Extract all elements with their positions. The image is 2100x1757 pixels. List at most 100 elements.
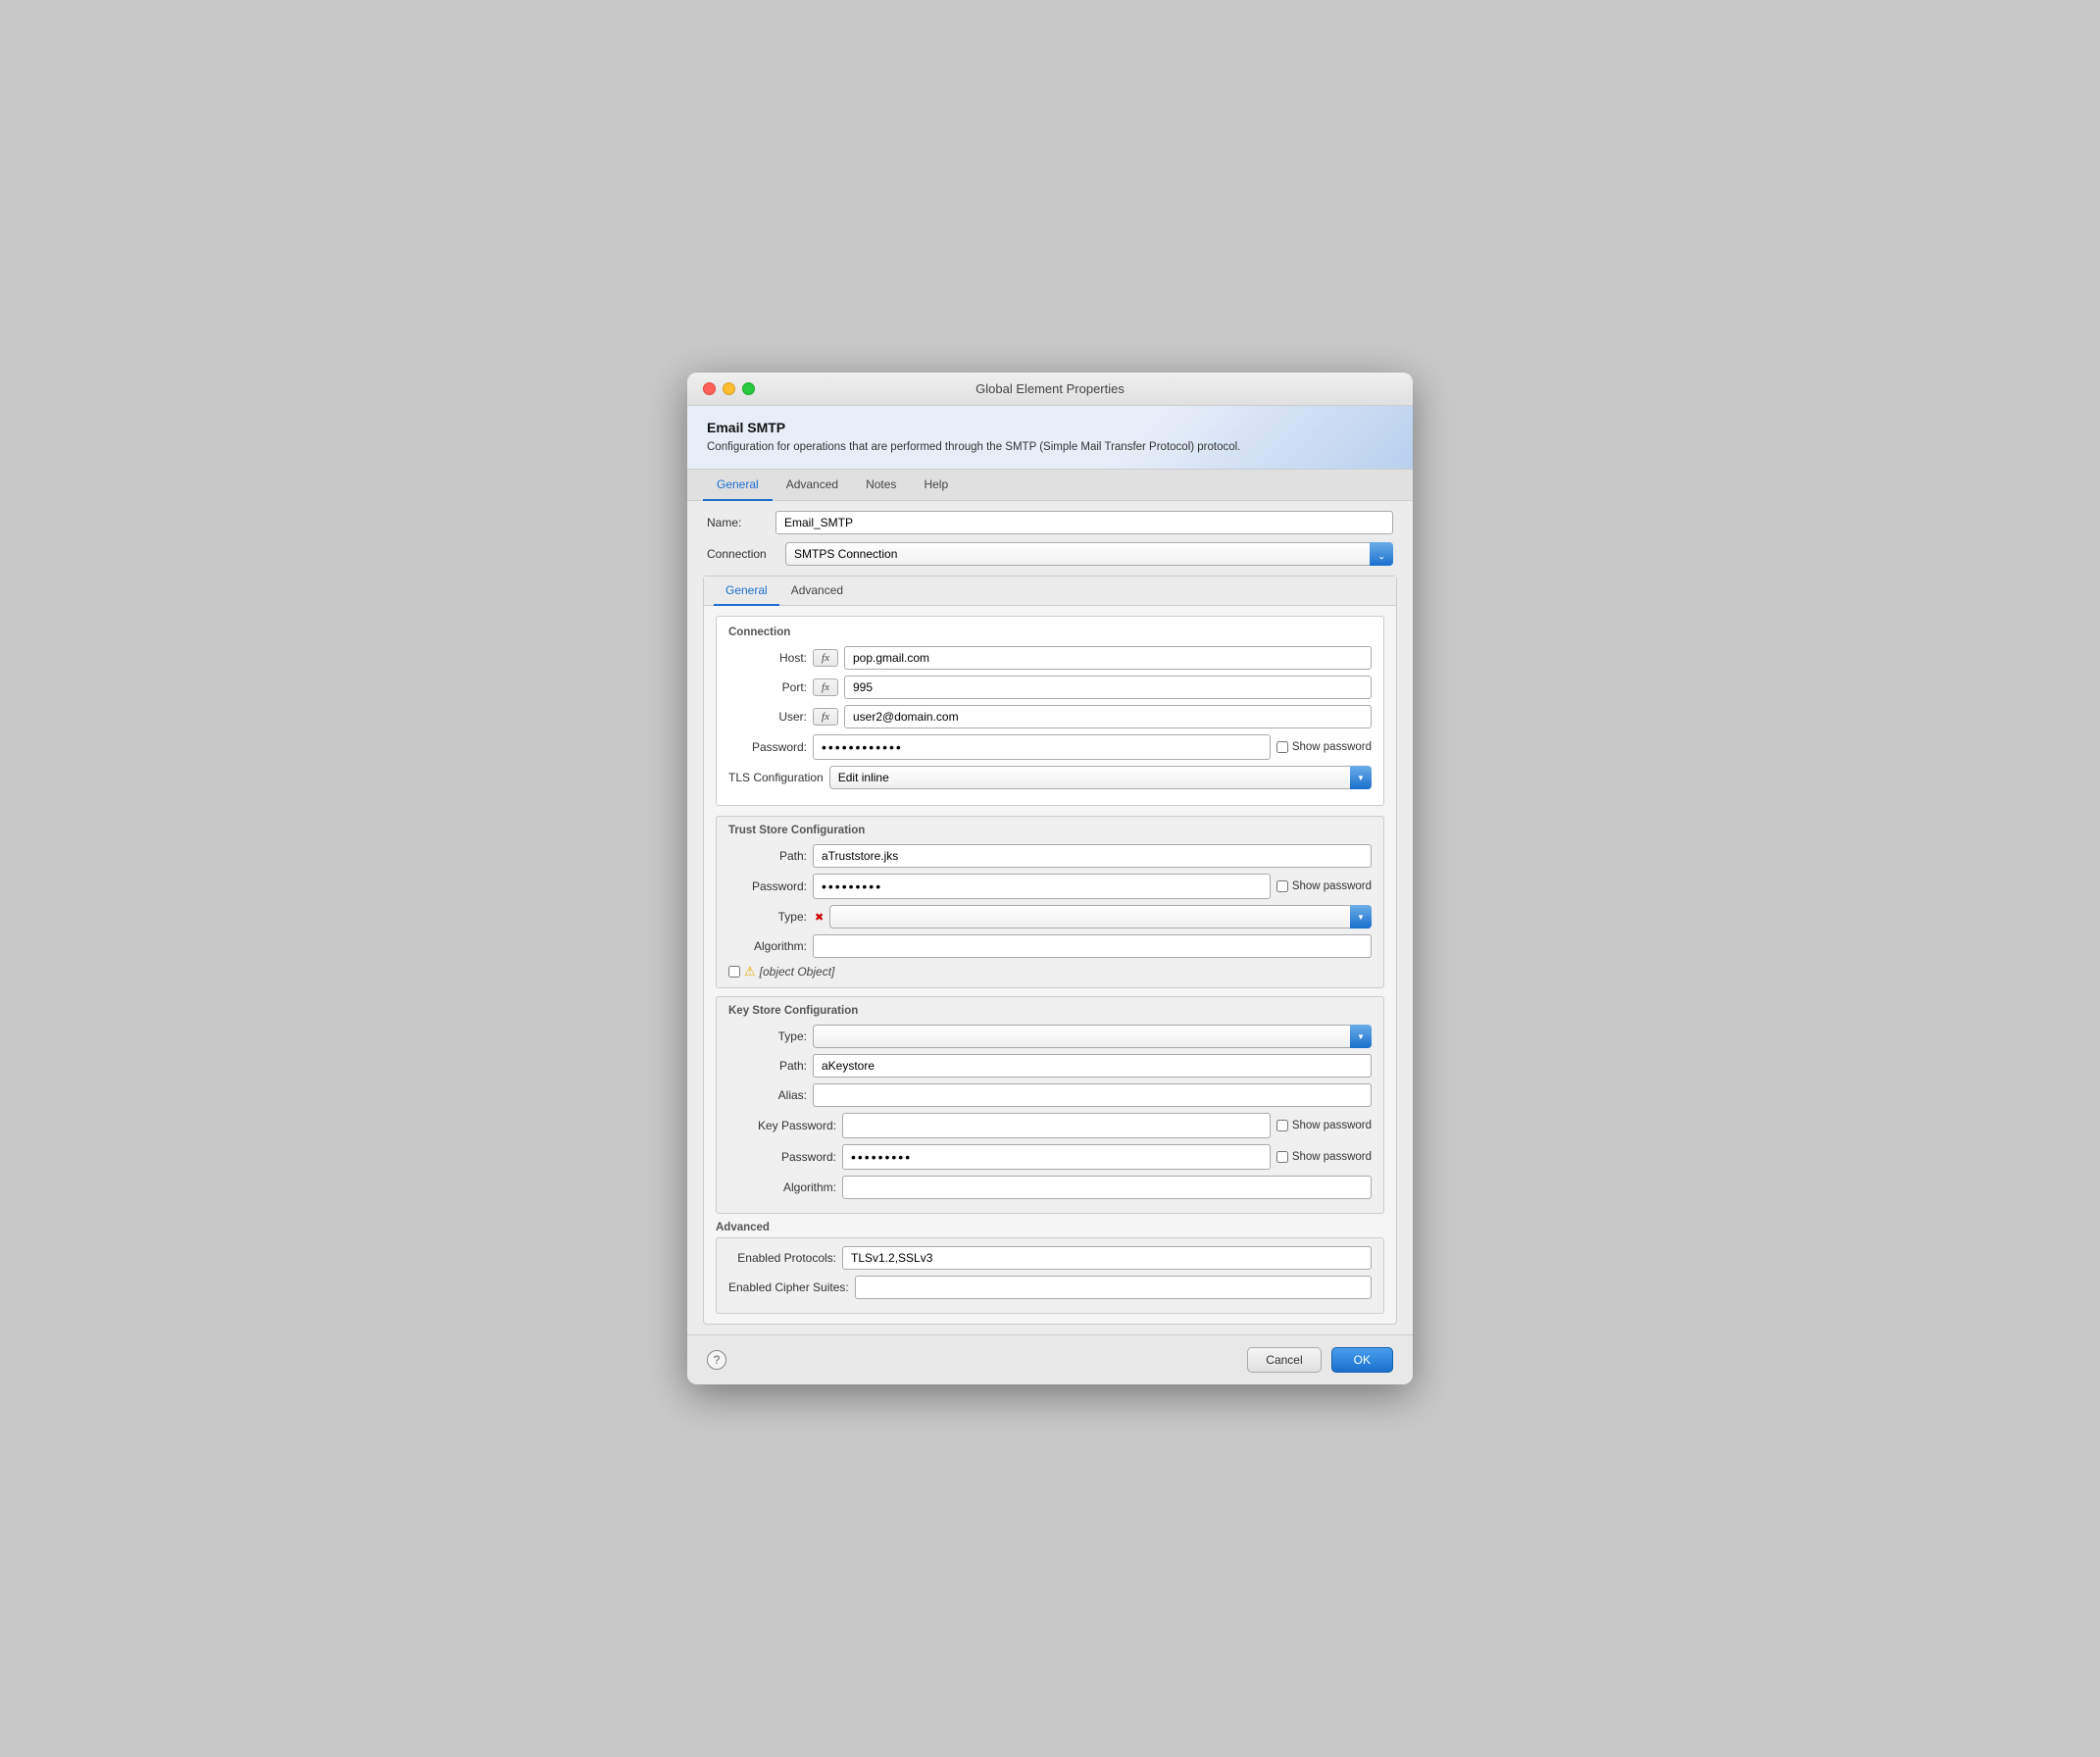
- key-store-password-field: Show password: [842, 1144, 1372, 1170]
- close-button[interactable]: [703, 382, 716, 395]
- key-password-label: Key Password:: [728, 1119, 836, 1132]
- trust-store-section: Trust Store Configuration Path: Password…: [716, 816, 1384, 988]
- trust-path-row: Path:: [728, 844, 1372, 868]
- name-label: Name:: [707, 516, 766, 529]
- advanced-section: Enabled Protocols: Enabled Cipher Suites…: [716, 1237, 1384, 1314]
- tls-select-wrap: Edit inline: [829, 766, 1372, 789]
- enabled-cipher-suites-input[interactable]: [855, 1276, 1372, 1299]
- key-path-input[interactable]: [813, 1054, 1372, 1078]
- key-password-field: Show password: [842, 1113, 1372, 1138]
- warning-icon: ⚠: [744, 964, 756, 979]
- main-tabs: General Advanced Notes Help: [687, 470, 1413, 501]
- name-row: Name:: [687, 501, 1413, 538]
- connection-section-title: Connection: [728, 627, 1372, 638]
- insecure-wrap: ⚠ [object Object]: [728, 964, 1372, 979]
- host-fx-button[interactable]: fx: [813, 649, 838, 667]
- tab-notes[interactable]: Notes: [852, 470, 910, 501]
- title-bar: Global Element Properties: [687, 373, 1413, 406]
- trust-type-select-wrap: [829, 905, 1372, 929]
- trust-store-title: Trust Store Configuration: [728, 825, 1372, 836]
- key-alias-label: Alias:: [728, 1088, 807, 1102]
- password-field: Show password: [813, 734, 1372, 760]
- inner-tab-general[interactable]: General: [714, 577, 779, 606]
- tls-config-row: TLS Configuration Edit inline: [728, 766, 1372, 789]
- show-password-checkbox[interactable]: [1276, 741, 1288, 753]
- port-label: Port:: [728, 680, 807, 694]
- key-store-show-password-wrap: Show password: [1276, 1151, 1372, 1163]
- trust-path-label: Path:: [728, 849, 807, 863]
- user-fx-button[interactable]: fx: [813, 708, 838, 726]
- key-type-select[interactable]: [813, 1025, 1372, 1048]
- host-row: Host: fx: [728, 646, 1372, 670]
- header-description: Configuration for operations that are pe…: [707, 439, 1393, 455]
- name-input[interactable]: [775, 511, 1393, 534]
- trust-password-input[interactable]: [813, 874, 1271, 899]
- tab-general[interactable]: General: [703, 470, 773, 501]
- key-store-password-label: Password:: [728, 1150, 836, 1164]
- trust-path-input[interactable]: [813, 844, 1372, 868]
- cancel-button[interactable]: Cancel: [1247, 1347, 1321, 1373]
- header-section: Email SMTP Configuration for operations …: [687, 406, 1413, 470]
- key-type-label: Type:: [728, 1029, 807, 1043]
- trust-show-password-label: Show password: [1292, 880, 1372, 892]
- show-password-wrap: Show password: [1276, 741, 1372, 753]
- help-button[interactable]: ?: [707, 1350, 726, 1370]
- trust-password-row: Password: Show password: [728, 874, 1372, 899]
- tab-advanced[interactable]: Advanced: [773, 470, 852, 501]
- key-alias-input[interactable]: [813, 1083, 1372, 1107]
- connection-row: Connection SMTPS Connection SMTP Connect…: [687, 538, 1413, 576]
- advanced-label: Advanced: [716, 1222, 1384, 1233]
- host-label: Host:: [728, 651, 807, 665]
- header-title: Email SMTP: [707, 420, 1393, 435]
- key-password-row: Key Password: Show password: [728, 1113, 1372, 1138]
- key-store-password-input[interactable]: [842, 1144, 1271, 1170]
- trust-algorithm-input[interactable]: [813, 934, 1372, 958]
- trust-type-error-icon: ✖: [815, 911, 824, 924]
- key-path-row: Path:: [728, 1054, 1372, 1078]
- connection-section: Connection Host: fx Port: fx User: fx: [716, 616, 1384, 806]
- window-title: Global Element Properties: [975, 381, 1125, 396]
- key-path-label: Path:: [728, 1059, 807, 1073]
- key-store-section: Key Store Configuration Type: Path: Alia…: [716, 996, 1384, 1214]
- ok-button[interactable]: OK: [1331, 1347, 1393, 1373]
- key-type-row: Type:: [728, 1025, 1372, 1048]
- tab-help[interactable]: Help: [910, 470, 962, 501]
- window-controls[interactable]: [703, 382, 755, 395]
- connection-select-wrap: SMTPS Connection SMTP Connection: [785, 542, 1393, 566]
- minimize-button[interactable]: [723, 382, 735, 395]
- connection-label: Connection: [707, 547, 775, 561]
- trust-show-password-checkbox[interactable]: [1276, 880, 1288, 892]
- key-type-select-wrap: [813, 1025, 1372, 1048]
- port-input[interactable]: [844, 676, 1372, 699]
- key-show-password-checkbox[interactable]: [1276, 1120, 1288, 1131]
- tls-select[interactable]: Edit inline: [829, 766, 1372, 789]
- trust-algorithm-row: Algorithm:: [728, 934, 1372, 958]
- key-algorithm-label: Algorithm:: [728, 1180, 836, 1194]
- key-algorithm-row: Algorithm:: [728, 1176, 1372, 1199]
- maximize-button[interactable]: [742, 382, 755, 395]
- enabled-protocols-input[interactable]: [842, 1246, 1372, 1270]
- key-store-password-row: Password: Show password: [728, 1144, 1372, 1170]
- trust-type-select[interactable]: [829, 905, 1372, 929]
- trust-type-row: Type: ✖: [728, 905, 1372, 929]
- host-input[interactable]: [844, 646, 1372, 670]
- key-algorithm-input[interactable]: [842, 1176, 1372, 1199]
- insecure-checkbox[interactable]: [728, 966, 740, 978]
- main-window: Global Element Properties Email SMTP Con…: [687, 373, 1413, 1384]
- connection-select[interactable]: SMTPS Connection SMTP Connection: [785, 542, 1393, 566]
- inner-tabs: General Advanced: [704, 577, 1396, 606]
- trust-password-label: Password:: [728, 879, 807, 893]
- trust-password-field: Show password: [813, 874, 1372, 899]
- port-fx-button[interactable]: fx: [813, 678, 838, 696]
- tls-config-label: TLS Configuration: [728, 771, 824, 784]
- password-input[interactable]: [813, 734, 1271, 760]
- key-store-show-password-checkbox[interactable]: [1276, 1151, 1288, 1163]
- user-input[interactable]: [844, 705, 1372, 728]
- enabled-cipher-suites-label: Enabled Cipher Suites:: [728, 1280, 849, 1294]
- show-password-label: Show password: [1292, 741, 1372, 753]
- key-password-input[interactable]: [842, 1113, 1271, 1138]
- user-row: User: fx: [728, 705, 1372, 728]
- key-alias-row: Alias:: [728, 1083, 1372, 1107]
- password-label: Password:: [728, 740, 807, 754]
- inner-tab-advanced[interactable]: Advanced: [779, 577, 855, 606]
